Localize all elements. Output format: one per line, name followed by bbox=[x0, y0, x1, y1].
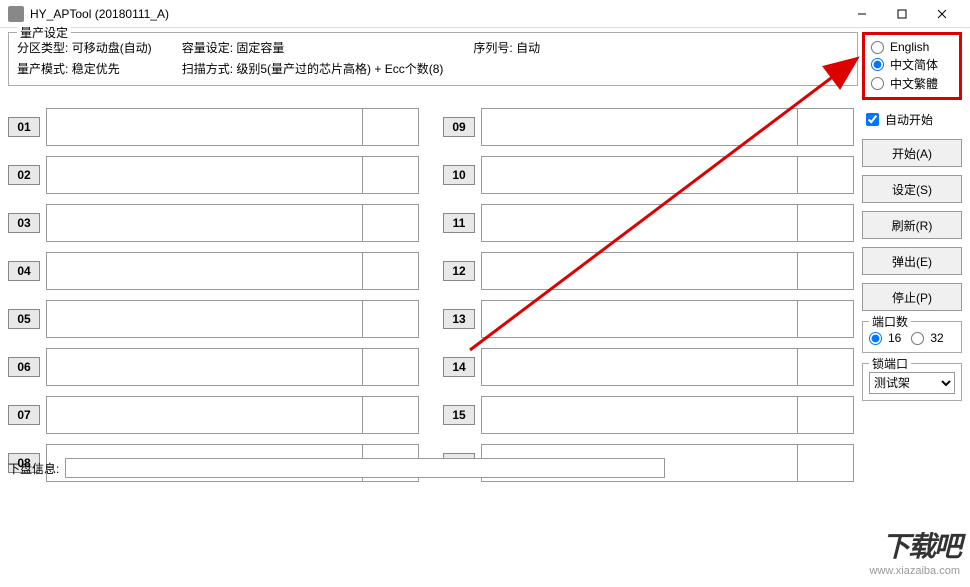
slot-num-13[interactable]: 13 bbox=[443, 309, 475, 329]
slot-num-09[interactable]: 09 bbox=[443, 117, 475, 137]
bottom-label: 下盘信息: bbox=[8, 460, 59, 477]
app-icon bbox=[8, 6, 24, 22]
auto-start-checkbox[interactable]: 自动开始 bbox=[862, 108, 962, 131]
slot-display-03 bbox=[46, 204, 419, 242]
slot-num-07[interactable]: 07 bbox=[8, 405, 40, 425]
setting-row: 分区类型: 可移动盘(自动) bbox=[17, 39, 152, 56]
slot-row: 05 bbox=[8, 300, 419, 338]
settings-button[interactable]: 设定(S) bbox=[862, 175, 962, 203]
slot-display-02 bbox=[46, 156, 419, 194]
settings-group: 量产设定 分区类型: 可移动盘(自动) 量产模式: 稳定优先 容量设定: 固定容… bbox=[8, 32, 858, 86]
slot-num-06[interactable]: 06 bbox=[8, 357, 40, 377]
settings-legend: 量产设定 bbox=[17, 24, 71, 41]
lang-traditional[interactable]: 中文繁體 bbox=[871, 74, 953, 93]
slot-num-05[interactable]: 05 bbox=[8, 309, 40, 329]
slot-row: 10 bbox=[443, 156, 854, 194]
port-32[interactable]: 32 bbox=[911, 330, 943, 346]
stop-button[interactable]: 停止(P) bbox=[862, 283, 962, 311]
slot-display-10 bbox=[481, 156, 854, 194]
slot-num-14[interactable]: 14 bbox=[443, 357, 475, 377]
slot-display-15 bbox=[481, 396, 854, 434]
slot-row: 15 bbox=[443, 396, 854, 434]
maximize-button[interactable] bbox=[882, 1, 922, 27]
eject-button[interactable]: 弹出(E) bbox=[862, 247, 962, 275]
slot-display-01 bbox=[46, 108, 419, 146]
slot-num-15[interactable]: 15 bbox=[443, 405, 475, 425]
slot-row: 14 bbox=[443, 348, 854, 386]
slot-num-04[interactable]: 04 bbox=[8, 261, 40, 281]
window-title: HY_APTool (20180111_A) bbox=[30, 7, 842, 21]
titlebar: HY_APTool (20180111_A) bbox=[0, 0, 970, 28]
setting-row: 容量设定: 固定容量 bbox=[182, 39, 444, 56]
slot-row: 12 bbox=[443, 252, 854, 290]
slot-row: 09 bbox=[443, 108, 854, 146]
port-count-group: 端口数 16 32 bbox=[862, 321, 962, 353]
slot-display-09 bbox=[481, 108, 854, 146]
slot-row: 03 bbox=[8, 204, 419, 242]
slot-display-07 bbox=[46, 396, 419, 434]
lang-simplified[interactable]: 中文简体 bbox=[871, 55, 953, 74]
minimize-button[interactable] bbox=[842, 1, 882, 27]
watermark: 下载吧 www.xiazaiba.com bbox=[870, 525, 960, 577]
slot-display-04 bbox=[46, 252, 419, 290]
slot-row: 04 bbox=[8, 252, 419, 290]
slot-row: 11 bbox=[443, 204, 854, 242]
setting-row: 量产模式: 稳定优先 bbox=[17, 60, 152, 77]
slot-num-03[interactable]: 03 bbox=[8, 213, 40, 233]
slot-num-12[interactable]: 12 bbox=[443, 261, 475, 281]
slot-row: 13 bbox=[443, 300, 854, 338]
slot-display-05 bbox=[46, 300, 419, 338]
setting-row: 序列号: 自动 bbox=[473, 39, 540, 56]
right-panel: 自动开始 开始(A) 设定(S) 刷新(R) 弹出(E) 停止(P) 端口数 1… bbox=[862, 108, 962, 482]
port-16[interactable]: 16 bbox=[869, 330, 901, 346]
refresh-button[interactable]: 刷新(R) bbox=[862, 211, 962, 239]
slot-row: 02 bbox=[8, 156, 419, 194]
lock-port-select[interactable]: 测试架 bbox=[869, 372, 955, 394]
slot-row: 01 bbox=[8, 108, 419, 146]
language-selector: English 中文简体 中文繁體 bbox=[862, 32, 962, 100]
slot-num-02[interactable]: 02 bbox=[8, 165, 40, 185]
lock-port-group: 锁端口 测试架 bbox=[862, 363, 962, 401]
bottom-bar: 下盘信息: bbox=[8, 458, 962, 478]
start-button[interactable]: 开始(A) bbox=[862, 139, 962, 167]
slot-row: 07 bbox=[8, 396, 419, 434]
window-controls bbox=[842, 1, 962, 27]
setting-row: 扫描方式: 级别5(量产过的芯片高格) + Ecc个数(8) bbox=[182, 60, 444, 77]
slot-num-01[interactable]: 01 bbox=[8, 117, 40, 137]
slot-num-10[interactable]: 10 bbox=[443, 165, 475, 185]
close-button[interactable] bbox=[922, 1, 962, 27]
slot-display-12 bbox=[481, 252, 854, 290]
slot-num-11[interactable]: 11 bbox=[443, 213, 475, 233]
slot-display-14 bbox=[481, 348, 854, 386]
slots-area: 0102030405060708 0910111213141516 bbox=[8, 108, 854, 482]
slot-display-06 bbox=[46, 348, 419, 386]
bottom-info-input[interactable] bbox=[65, 458, 665, 478]
slot-row: 06 bbox=[8, 348, 419, 386]
slot-display-13 bbox=[481, 300, 854, 338]
slot-display-11 bbox=[481, 204, 854, 242]
lang-english[interactable]: English bbox=[871, 39, 953, 55]
